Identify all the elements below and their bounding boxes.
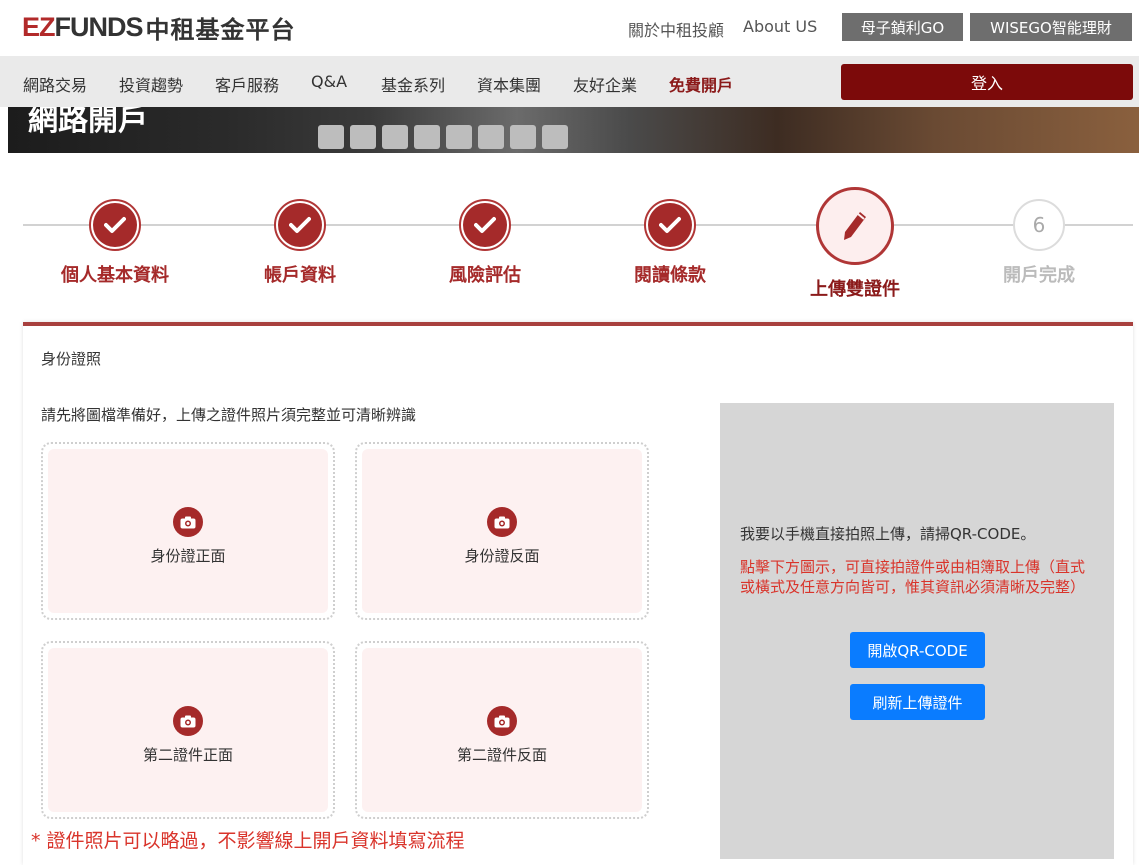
mother-child-go-button[interactable]: 母子鍞利GO [842, 13, 963, 41]
check-icon [474, 217, 496, 233]
open-qr-button[interactable]: 開啟QR-CODE [850, 632, 985, 668]
upload-label: 第二證件反面 [456, 746, 547, 764]
steps-progress-line [23, 224, 1133, 226]
upload-second-id-back[interactable]: 第二證件反面 [355, 641, 649, 819]
step-3-circle [459, 199, 511, 251]
qr-hint: 點擊下方圖示，可直接拍證件或由相簿取上傳（直式或橫式及任意方向皆可，惟其資訊必須… [740, 558, 1086, 596]
step-6-number: 6 [1032, 213, 1046, 237]
step-2-circle [274, 199, 326, 251]
check-icon [104, 217, 126, 233]
camera-icon [487, 706, 517, 736]
camera-icon [173, 706, 203, 736]
step-5-label: 上傳雙證件 [810, 279, 900, 300]
check-icon [659, 217, 681, 233]
step-5-circle [816, 187, 894, 265]
nav-partners[interactable]: 友好企業 [573, 72, 637, 96]
nav-fund-series[interactable]: 基金系列 [381, 72, 445, 96]
step-1-label: 個人基本資料 [61, 265, 169, 286]
camera-icon [173, 507, 203, 537]
step-4-circle [644, 199, 696, 251]
logo-ez-text: EZ [22, 11, 56, 42]
upload-label: 身份證反面 [464, 547, 540, 565]
nav-online-trading[interactable]: 網路交易 [23, 72, 87, 96]
skip-upload-note: * 證件照片可以略過，不影響線上開戶資料填寫流程 [31, 830, 465, 852]
nav-customer-service[interactable]: 客戶服務 [215, 72, 279, 96]
step-6-circle: 6 [1013, 199, 1065, 251]
step-1-circle [89, 199, 141, 251]
login-button[interactable]: 登入 [841, 64, 1133, 100]
qr-upload-panel: 我要以手機直接拍照上傳，請掃QR-CODE。 點擊下方圖示，可直接拍證件或由相簿… [720, 403, 1114, 859]
main-nav: 網路交易 投資趨勢 客戶服務 Q&A 基金系列 資本集團 友好企業 免費開戶 登… [0, 56, 1139, 107]
refresh-upload-button[interactable]: 刷新上傳證件 [850, 684, 985, 720]
id-upload-card: 身份證照 請先將圖檔準備好，上傳之證件照片須完整並可清晰辨識 身份證正面 身份證… [23, 322, 1133, 865]
ezfunds-logo[interactable]: EZ FUNDS 中租基金平台 [22, 11, 296, 44]
check-icon [289, 217, 311, 233]
nav-qa[interactable]: Q&A [311, 72, 347, 91]
hero-banner: 網路開戶 [8, 107, 1139, 153]
step-3-label: 風險評估 [449, 265, 521, 286]
pencil-icon [844, 212, 866, 240]
upload-second-id-front[interactable]: 第二證件正面 [41, 641, 335, 819]
nav-capital-group[interactable]: 資本集團 [477, 72, 541, 96]
nav-investment-trends[interactable]: 投資趨勢 [119, 72, 183, 96]
step-2-label: 帳戶資料 [264, 265, 336, 286]
camera-icon [487, 507, 517, 537]
banner-keyboard-image [318, 125, 568, 149]
banner-title: 網路開戶 [28, 107, 148, 138]
about-advisor-link[interactable]: 關於中租投顧 [628, 17, 724, 41]
upload-instruction: 請先將圖檔準備好，上傳之證件照片須完整並可清晰辨識 [41, 406, 417, 424]
card-title: 身份證照 [41, 350, 102, 368]
upload-id-back[interactable]: 身份證反面 [355, 442, 649, 620]
upload-label: 第二證件正面 [142, 746, 233, 764]
step-6-label: 開戶完成 [1003, 265, 1075, 286]
wisego-button[interactable]: WISEGO智能理財 [970, 13, 1132, 41]
logo-funds-text: FUNDS [54, 11, 144, 42]
logo-chinese-text: 中租基金平台 [145, 15, 296, 44]
about-us-link[interactable]: About US [743, 17, 817, 36]
top-bar: EZ FUNDS 中租基金平台 關於中租投顧 About US 母子鍞利GO W… [0, 0, 1139, 56]
qr-instruction: 我要以手機直接拍照上傳，請掃QR-CODE。 [740, 525, 1036, 543]
step-4-label: 閱讀條款 [634, 265, 706, 286]
nav-free-account[interactable]: 免費開戶 [669, 72, 733, 96]
upload-id-front[interactable]: 身份證正面 [41, 442, 335, 620]
upload-label: 身份證正面 [150, 547, 226, 565]
